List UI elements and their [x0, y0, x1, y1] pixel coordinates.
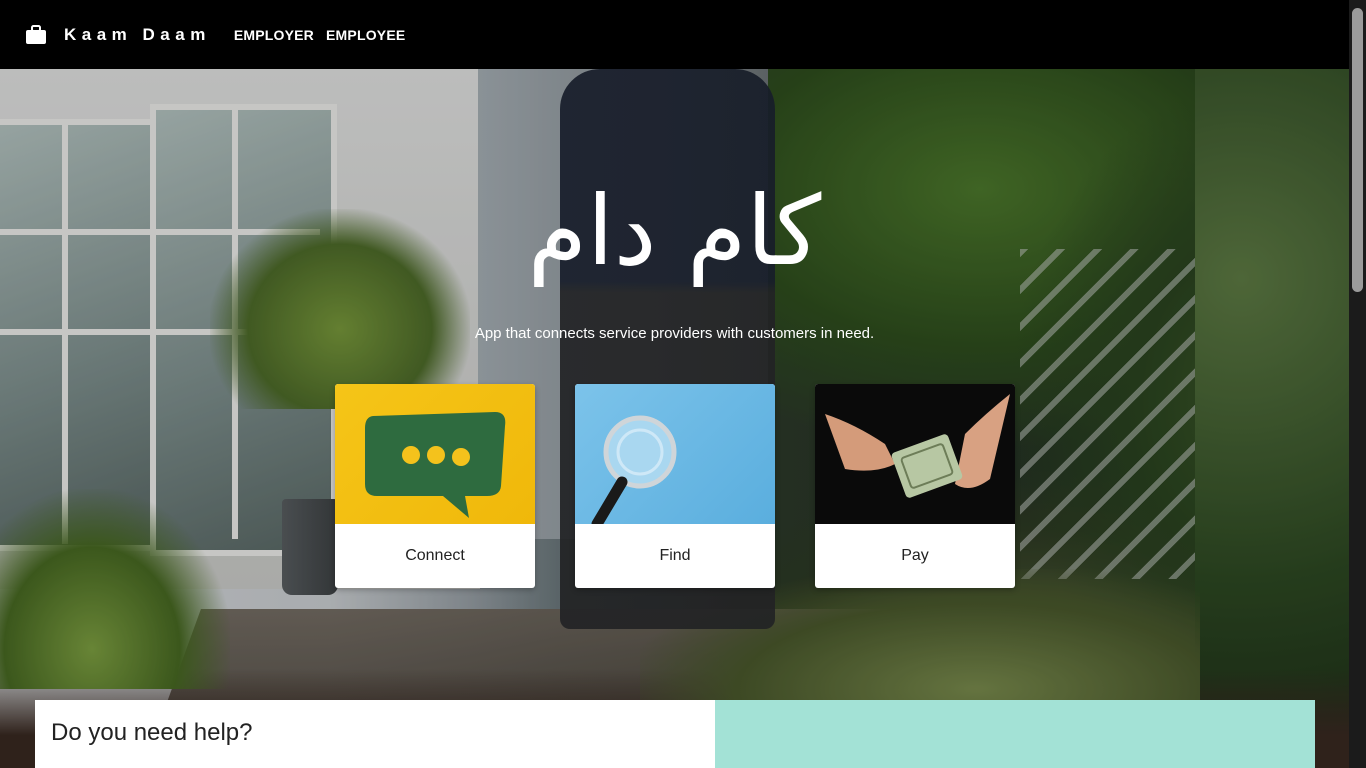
cash-hands-icon	[815, 384, 1015, 524]
card-find[interactable]: Find	[575, 384, 775, 588]
card-connect[interactable]: Connect	[335, 384, 535, 588]
card-label: Pay	[901, 547, 929, 564]
speech-bubble-icon	[335, 384, 535, 524]
magnifier-illustration	[591, 415, 677, 524]
page-scrollbar[interactable]	[1349, 0, 1366, 768]
nav-link-employer[interactable]: EMPLOYER	[234, 27, 314, 43]
help-panel: Do you need help?	[35, 700, 715, 768]
brand-name: Kaam Daam	[64, 24, 211, 44]
hero-title: کام دام	[527, 175, 822, 287]
magnifier-icon	[575, 384, 775, 524]
briefcase-icon	[26, 24, 46, 44]
hero-subtitle: App that connects service providers with…	[474, 325, 875, 342]
help-accent-panel	[715, 700, 1315, 768]
nav-links: EMPLOYER EMPLOYEE	[234, 27, 418, 43]
help-section: Do you need help?	[35, 700, 1315, 768]
speech-bubble-illustration	[365, 412, 506, 518]
help-title: Do you need help?	[51, 719, 253, 746]
card-label: Connect	[405, 547, 465, 564]
cash-illustration	[825, 394, 1010, 498]
scroll-thumb[interactable]	[1352, 8, 1363, 292]
card-label: Find	[659, 547, 691, 564]
card-pay[interactable]: Pay	[815, 384, 1015, 588]
brand[interactable]: Kaam Daam	[25, 24, 211, 45]
nav-link-employee[interactable]: EMPLOYEE	[326, 27, 405, 43]
top-navbar: Kaam Daam EMPLOYER EMPLOYEE	[0, 0, 1349, 69]
